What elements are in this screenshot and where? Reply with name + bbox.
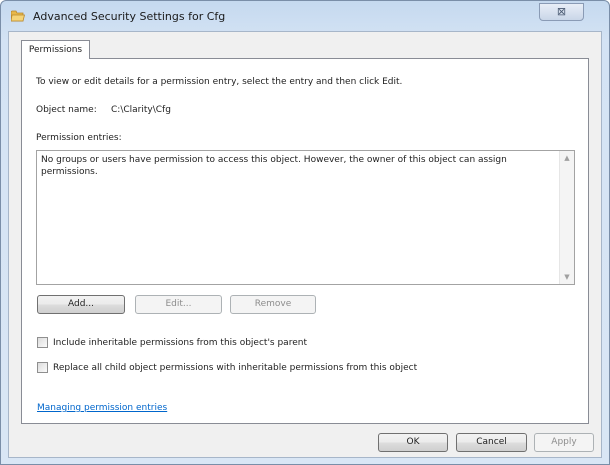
permission-entries-list[interactable]: No groups or users have permission to ac…	[36, 150, 575, 285]
ok-button[interactable]: OK	[378, 433, 448, 452]
object-name-label: Object name:	[36, 105, 97, 115]
chevron-down-icon[interactable]: ▼	[560, 273, 574, 281]
chevron-up-icon[interactable]: ▲	[560, 154, 574, 162]
empty-entries-message: No groups or users have permission to ac…	[41, 155, 507, 177]
apply-button[interactable]: Apply	[534, 433, 594, 452]
list-scrollbar[interactable]: ▲ ▼	[559, 151, 574, 284]
folder-icon	[11, 10, 25, 22]
cancel-button[interactable]: Cancel	[456, 433, 527, 452]
inherit-permissions-checkbox[interactable]	[37, 337, 48, 348]
edit-button[interactable]: Edit...	[135, 295, 222, 314]
instructions-text: To view or edit details for a permission…	[36, 77, 403, 87]
window-title: Advanced Security Settings for Cfg	[33, 10, 226, 23]
permissions-panel: To view or edit details for a permission…	[21, 58, 589, 424]
dialog-window: Advanced Security Settings for Cfg ⊠ Per…	[0, 0, 610, 465]
remove-button[interactable]: Remove	[230, 295, 316, 314]
close-icon: ⊠	[556, 5, 567, 18]
permission-entries-label: Permission entries:	[36, 133, 122, 143]
replace-child-permissions-checkbox[interactable]	[37, 362, 48, 373]
dialog-client-area: Permissions To view or edit details for …	[8, 31, 602, 458]
inherit-permissions-label: Include inheritable permissions from thi…	[53, 338, 307, 348]
managing-permission-entries-link[interactable]: Managing permission entries	[37, 403, 167, 413]
replace-child-permissions-label: Replace all child object permissions wit…	[53, 363, 418, 373]
title-bar[interactable]: Advanced Security Settings for Cfg ⊠	[1, 1, 609, 31]
object-name-value: C:\Clarity\Cfg	[111, 105, 171, 115]
add-button[interactable]: Add...	[37, 295, 125, 314]
close-button[interactable]: ⊠	[539, 3, 584, 21]
tab-permissions[interactable]: Permissions	[21, 40, 90, 59]
